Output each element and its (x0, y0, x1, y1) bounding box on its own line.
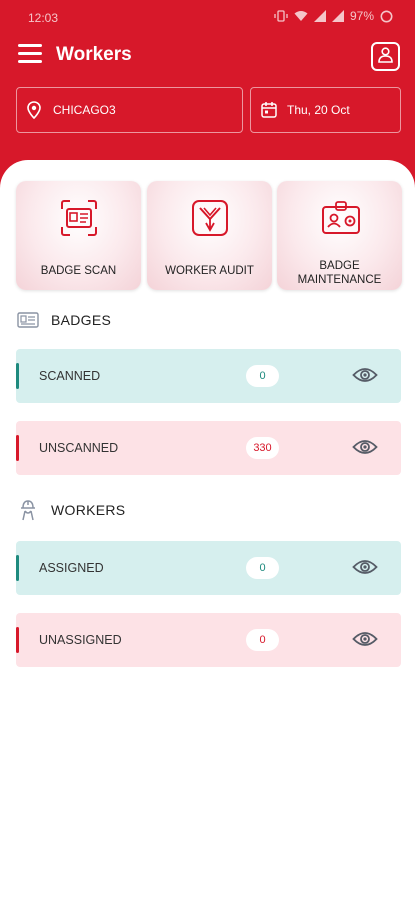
location-selector[interactable]: CHICAGO3 (16, 87, 243, 133)
badge-maintenance-label-line2: MAINTENANCE (297, 274, 382, 286)
worker-audit-label: WORKER AUDIT (165, 265, 254, 277)
hamburger-icon (18, 44, 42, 47)
status-indicator (16, 627, 19, 653)
badges-unscanned-row[interactable]: UNSCANNED 330 (16, 421, 401, 475)
workers-assigned-row[interactable]: ASSIGNED 0 (16, 541, 401, 595)
count-badge: 0 (246, 557, 279, 579)
badge-maintenance-label-line1: BADGE (319, 260, 360, 272)
worker-audit-icon (191, 199, 229, 242)
row-label: SCANNED (39, 369, 101, 383)
page-title: Workers (56, 44, 132, 65)
status-time: 12:03 (28, 11, 59, 25)
count-badge: 330 (246, 437, 279, 459)
user-icon (377, 46, 394, 68)
badge-scan-icon (60, 199, 98, 242)
status-indicator (16, 363, 19, 389)
badges-scanned-row[interactable]: SCANNED 0 (16, 349, 401, 403)
badge-scan-label: BADGE SCAN (40, 265, 117, 277)
id-card-icon (16, 312, 40, 328)
badges-section-header: BADGES (16, 308, 111, 332)
badge-maintenance-tile[interactable]: BADGE MAINTENANCE (277, 181, 402, 290)
date-selector[interactable]: Thu, 20 Oct (250, 87, 401, 133)
battery-icon (380, 10, 393, 23)
location-value: CHICAGO3 (53, 103, 116, 117)
eye-icon[interactable] (352, 558, 378, 581)
status-icons: 97% (274, 9, 393, 23)
vibrate-icon (274, 10, 288, 22)
row-label: UNASSIGNED (39, 633, 122, 647)
menu-button[interactable] (18, 44, 42, 64)
status-indicator (16, 555, 19, 581)
workers-unassigned-row[interactable]: UNASSIGNED 0 (16, 613, 401, 667)
profile-button[interactable] (371, 42, 400, 71)
location-pin-icon (27, 101, 41, 122)
eye-icon[interactable] (352, 438, 378, 461)
top-bar: Workers (0, 36, 415, 76)
count-badge: 0 (246, 365, 279, 387)
calendar-icon (261, 101, 277, 121)
date-value: Thu, 20 Oct (287, 103, 350, 117)
workers-section-header: WORKERS (16, 498, 125, 522)
wifi-icon (294, 10, 308, 22)
battery-percent: 97% (349, 9, 374, 23)
workers-title: WORKERS (51, 502, 126, 518)
eye-icon[interactable] (352, 366, 378, 389)
signal-icon (313, 10, 326, 22)
badge-scan-tile[interactable]: BADGE SCAN (16, 181, 141, 290)
row-label: UNSCANNED (39, 441, 119, 455)
worker-audit-tile[interactable]: WORKER AUDIT (147, 181, 272, 290)
row-label: ASSIGNED (39, 561, 104, 575)
count-badge: 0 (246, 629, 279, 651)
eye-icon[interactable] (352, 630, 378, 653)
status-indicator (16, 435, 19, 461)
badge-maintenance-icon (321, 199, 361, 242)
signal-icon-2 (331, 10, 344, 22)
status-bar: 12:03 97% (0, 0, 415, 36)
worker-icon (16, 499, 40, 521)
badges-title: BADGES (51, 312, 112, 328)
